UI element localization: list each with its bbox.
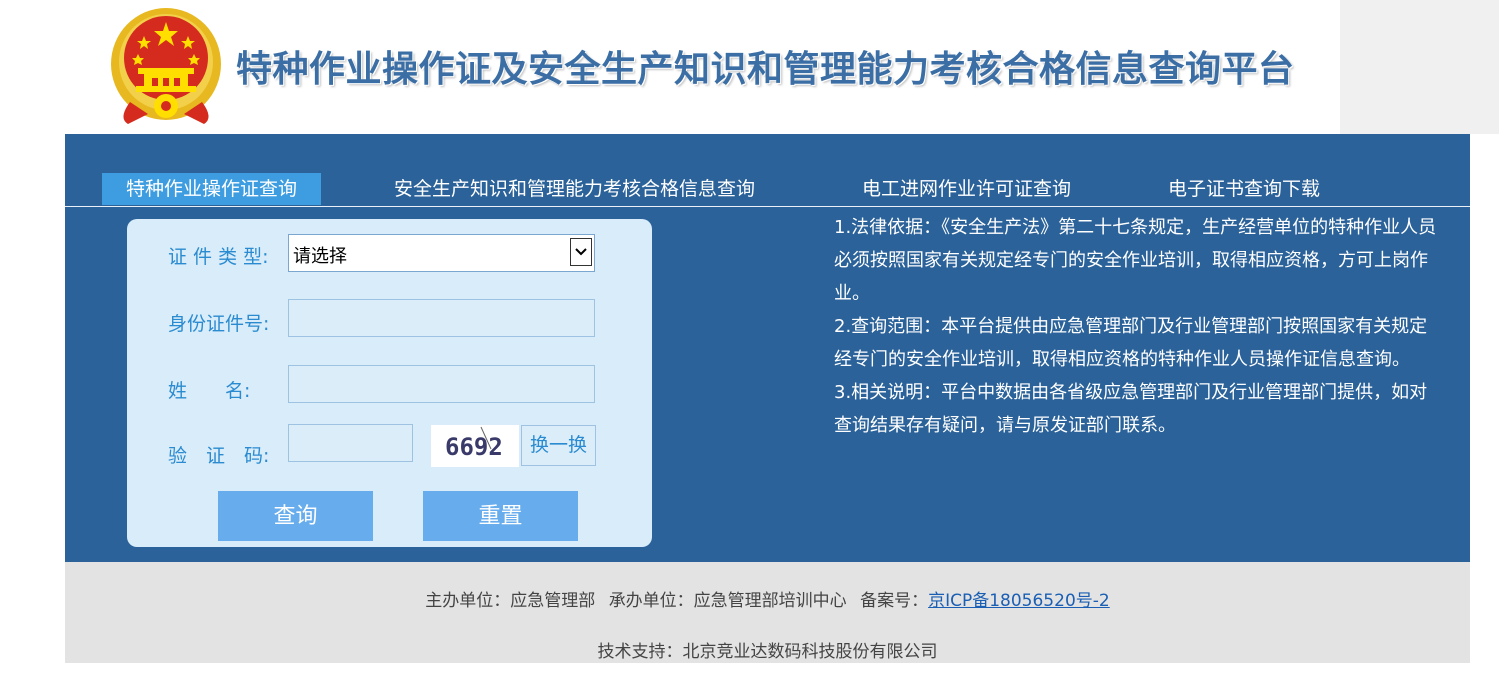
nav-divider: [65, 206, 1470, 207]
note-query-scope: 2.查询范围：本平台提供由应急管理部门及行业管理部门按照国家有关规定经专门的安全…: [834, 316, 1428, 370]
site-title: 特种作业操作证及安全生产知识和管理能力考核合格信息查询平台: [236, 49, 1295, 90]
footer-organizer: 承办单位：应急管理部培训中心: [608, 591, 847, 611]
note-legal-basis: 1.法律依据：《安全生产法》第二十七条规定，生产经营单位的特种作业人员必须按照国…: [834, 217, 1437, 304]
icp-record-link[interactable]: 京ICP备18056520号-2: [928, 591, 1110, 611]
info-notes: 1.法律依据：《安全生产法》第二十七条规定，生产经营单位的特种作业人员必须按照国…: [834, 211, 1444, 442]
footer-line-sponsors: 主办单位：应急管理部 承办单位：应急管理部培训中心 备案号：京ICP备18056…: [65, 586, 1470, 611]
cert-type-selected-value: 请选择: [293, 246, 347, 267]
query-button[interactable]: 查询: [218, 491, 373, 541]
footer-host: 主办单位：应急管理部: [425, 591, 596, 611]
id-number-input[interactable]: [288, 299, 595, 337]
footer: 主办单位：应急管理部 承办单位：应急管理部培训中心 备案号：京ICP备18056…: [65, 562, 1470, 663]
cert-type-select[interactable]: 请选择: [288, 234, 595, 272]
chevron-down-icon[interactable]: [570, 238, 592, 266]
reset-button[interactable]: 重置: [423, 491, 578, 541]
captcha-label: 验 证 码:: [168, 445, 270, 467]
captcha-image[interactable]: 6692: [431, 425, 519, 467]
national-emblem-icon: [111, 8, 221, 124]
tab-special-operation-cert[interactable]: 特种作业操作证查询: [102, 173, 322, 205]
tab-electrician-permit[interactable]: 电工进网作业许可证查询: [862, 173, 1071, 205]
captcha-input[interactable]: [288, 424, 413, 462]
refresh-captcha-button[interactable]: 换一换: [521, 425, 596, 466]
name-label: 姓 名:: [168, 380, 251, 402]
note-remarks: 3.相关说明：平台中数据由各省级应急管理部门及行业管理部门提供，如对查询结果存有…: [834, 382, 1428, 436]
name-input[interactable]: [288, 365, 595, 403]
footer-tech-support: 技术支持：北京竞业达数码科技股份有限公司: [597, 642, 938, 662]
tab-e-certificate-download[interactable]: 电子证书查询下载: [1168, 173, 1320, 205]
tab-safety-knowledge-assessment[interactable]: 安全生产知识和管理能力考核合格信息查询: [394, 173, 755, 205]
site-header: 特种作业操作证及安全生产知识和管理能力考核合格信息查询平台: [0, 0, 1499, 134]
cert-type-label: 证 件 类 型:: [168, 246, 269, 268]
footer-icp-label: 备案号：: [860, 591, 929, 611]
id-number-label: 身份证件号:: [168, 313, 270, 335]
captcha-text: 6692: [445, 433, 503, 461]
